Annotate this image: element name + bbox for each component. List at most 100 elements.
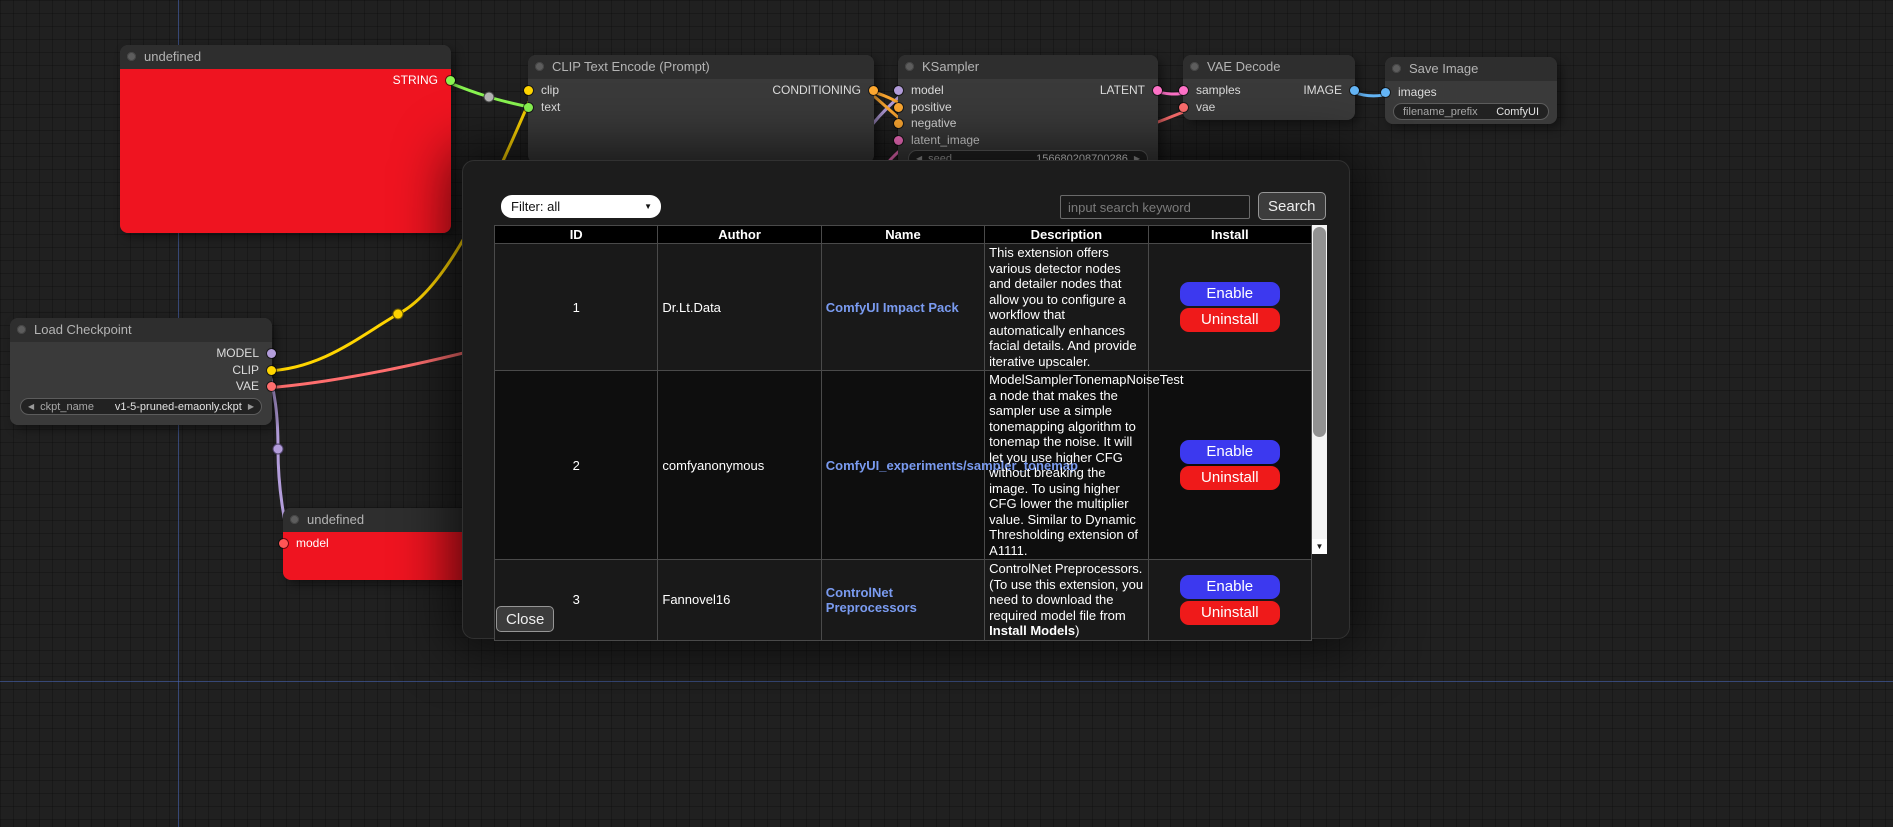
latent-image-input-port[interactable] (894, 136, 903, 145)
latent-output-port[interactable] (1153, 86, 1162, 95)
cell-name: ComfyUI Impact Pack (821, 244, 984, 371)
model-output-port[interactable] (267, 349, 276, 358)
node-title-bar[interactable]: VAE Decode (1183, 55, 1355, 79)
node-collapse-dot-icon[interactable] (290, 515, 299, 524)
node-title: undefined (144, 49, 201, 64)
cell-name: ControlNet Preprocessors (821, 560, 984, 641)
output-slot-vae: VAE (10, 378, 272, 395)
input-slot-positive: positive (898, 99, 1158, 116)
node-title: Save Image (1409, 61, 1478, 76)
samples-input-port[interactable] (1179, 86, 1188, 95)
extension-table: ID Author Name Description Install 1 Dr.… (494, 225, 1312, 641)
output-slot-string: STRING (120, 72, 451, 89)
table-row: 1 Dr.Lt.Data ComfyUI Impact Pack This ex… (495, 244, 1312, 371)
negative-input-port[interactable] (894, 119, 903, 128)
search-button[interactable]: Search (1258, 192, 1326, 220)
canvas-origin-hline (0, 681, 1893, 682)
uninstall-button[interactable]: Uninstall (1180, 308, 1280, 332)
output-slot-model: MODEL (10, 345, 272, 362)
output-slot-conditioning: CONDITIONING (714, 82, 874, 99)
search-input[interactable] (1060, 195, 1250, 219)
extension-link[interactable]: ComfyUI Impact Pack (826, 300, 959, 315)
chevron-down-icon: ▼ (644, 195, 652, 218)
model-input-port[interactable] (894, 86, 903, 95)
node-collapse-dot-icon[interactable] (1392, 64, 1401, 73)
enable-button[interactable]: Enable (1180, 282, 1280, 306)
images-input-port[interactable] (1381, 88, 1390, 97)
header-description: Description (985, 226, 1148, 244)
node-title-bar[interactable]: Load Checkpoint (10, 318, 272, 342)
link-mid-dot (393, 309, 403, 319)
close-button[interactable]: Close (496, 606, 554, 632)
link-mid-dot (484, 92, 494, 102)
header-id: ID (495, 226, 658, 244)
uninstall-button[interactable]: Uninstall (1180, 601, 1280, 625)
vae-input-port[interactable] (1179, 103, 1188, 112)
extension-link[interactable]: ControlNet Preprocessors (826, 585, 917, 615)
cell-install: Enable Uninstall (1148, 244, 1311, 371)
node-save-image[interactable]: Save Image images filename_prefix ComfyU… (1385, 57, 1557, 124)
clip-input-port[interactable] (524, 86, 533, 95)
node-load-checkpoint[interactable]: Load Checkpoint MODEL CLIP VAE ◀ ckpt_na… (10, 318, 272, 425)
ckpt-name-widget[interactable]: ◀ ckpt_name v1-5-pruned-emaonly.ckpt ▶ (20, 398, 262, 415)
header-name: Name (821, 226, 984, 244)
node-collapse-dot-icon[interactable] (127, 52, 136, 61)
node-title: Load Checkpoint (34, 322, 132, 337)
node-title-bar[interactable]: CLIP Text Encode (Prompt) (528, 55, 874, 79)
cell-author: Fannovel16 (658, 560, 821, 641)
node-collapse-dot-icon[interactable] (17, 325, 26, 334)
uninstall-button[interactable]: Uninstall (1180, 466, 1280, 490)
scrollbar-thumb[interactable] (1313, 227, 1326, 437)
model-input-port[interactable] (279, 539, 288, 548)
node-clip-text-encode[interactable]: CLIP Text Encode (Prompt) clip text COND… (528, 55, 874, 163)
node-collapse-dot-icon[interactable] (1190, 62, 1199, 71)
node-collapse-dot-icon[interactable] (905, 62, 914, 71)
node-title: KSampler (922, 59, 979, 74)
input-slot-vae: vae (1183, 99, 1355, 116)
clip-output-port[interactable] (267, 366, 276, 375)
cell-install: Enable Uninstall (1148, 371, 1311, 560)
scrollbar-down-arrow-icon[interactable]: ▼ (1312, 539, 1327, 554)
cell-id: 2 (495, 371, 658, 560)
conditioning-output-port[interactable] (869, 86, 878, 95)
node-title-bar[interactable]: Save Image (1385, 57, 1557, 81)
wire-string-to-text (445, 81, 534, 108)
cell-name: ComfyUI_experiments/sampler_tonemap (821, 371, 984, 560)
node-undefined-bottom[interactable]: undefined model (283, 508, 483, 580)
cell-description: This extension offers various detector n… (985, 244, 1148, 371)
node-graph-canvas[interactable]: undefined STRING CLIP Text Encode (Promp… (0, 0, 1893, 827)
enable-button[interactable]: Enable (1180, 575, 1280, 599)
cell-id: 1 (495, 244, 658, 371)
cell-author: comfyanonymous (658, 371, 821, 560)
input-slot-images: images (1385, 84, 1557, 101)
filter-select[interactable]: Filter: all ▼ (501, 195, 661, 218)
positive-input-port[interactable] (894, 103, 903, 112)
input-slot-latent-image: latent_image (898, 132, 1158, 149)
node-undefined-top[interactable]: undefined STRING (120, 45, 451, 233)
text-input-port[interactable] (524, 103, 533, 112)
node-title-bar[interactable]: KSampler (898, 55, 1158, 79)
widget-right-arrow-icon[interactable]: ▶ (248, 402, 254, 411)
node-collapse-dot-icon[interactable] (535, 62, 544, 71)
input-slot-text: text (528, 99, 874, 116)
node-title: undefined (307, 512, 364, 527)
cell-author: Dr.Lt.Data (658, 244, 821, 371)
node-ksampler[interactable]: KSampler model positive negative latent_… (898, 55, 1158, 167)
enable-button[interactable]: Enable (1180, 440, 1280, 464)
node-vae-decode[interactable]: VAE Decode samples vae IMAGE (1183, 55, 1355, 120)
node-title-bar[interactable]: undefined (120, 45, 451, 69)
output-slot-image: IMAGE (1285, 82, 1355, 99)
node-title: VAE Decode (1207, 59, 1280, 74)
widget-left-arrow-icon[interactable]: ◀ (28, 402, 34, 411)
link-mid-dot (273, 444, 283, 454)
vae-output-port[interactable] (267, 382, 276, 391)
node-title-bar[interactable]: undefined (283, 508, 483, 532)
table-row: 3 Fannovel16 ControlNet Preprocessors Co… (495, 560, 1312, 641)
table-header-row: ID Author Name Description Install (495, 226, 1312, 244)
string-output-port[interactable] (446, 76, 455, 85)
image-output-port[interactable] (1350, 86, 1359, 95)
table-scrollbar[interactable]: ▼ (1312, 225, 1327, 554)
filename-prefix-widget[interactable]: filename_prefix ComfyUI (1393, 103, 1549, 120)
input-slot-negative: negative (898, 115, 1158, 132)
table-row: 2 comfyanonymous ComfyUI_experiments/sam… (495, 371, 1312, 560)
